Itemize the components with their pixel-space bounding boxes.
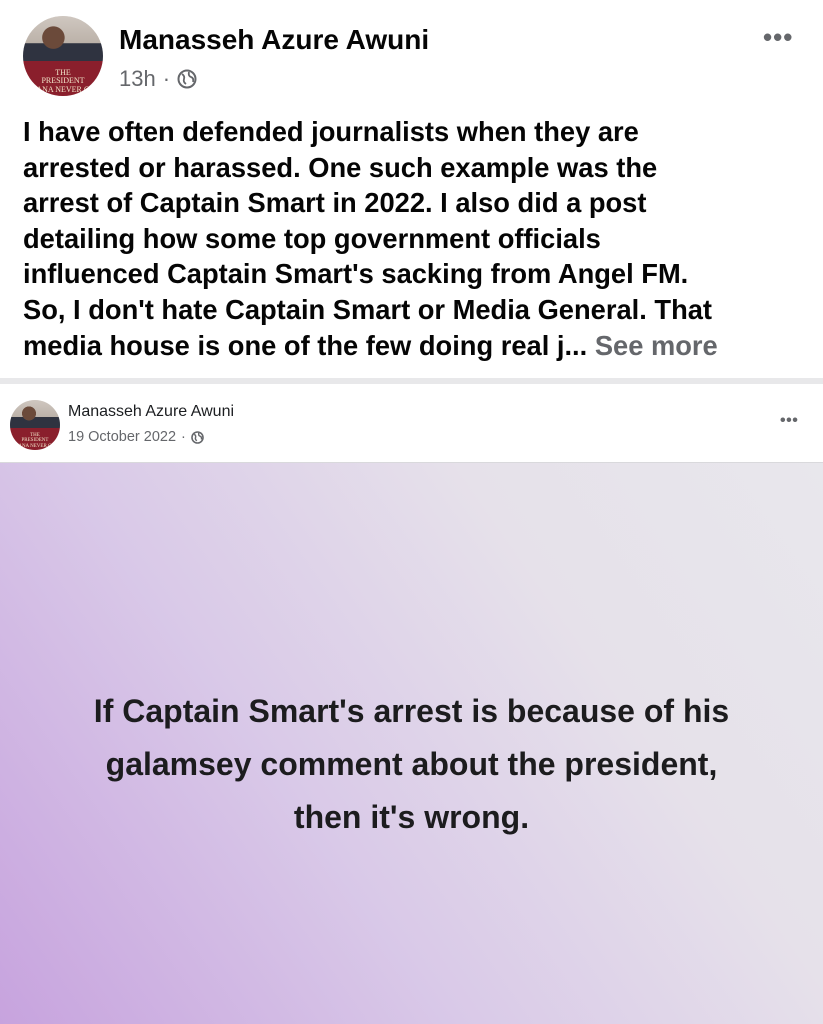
body-line: detailing how some top government offici… [23,222,601,254]
author-avatar[interactable]: THE PRESIDENT HANA NEVER GO [23,16,103,96]
shared-author-name[interactable]: Manasseh Azure Awuni [68,403,234,421]
avatar-banner: THE PRESIDENT HANA NEVER GO [10,428,60,450]
body-line: arrest of Captain Smart in 2022. I also … [23,187,647,219]
shared-post-meta: 19 October 2022 · [68,429,204,445]
post-meta: 13h · [119,66,197,92]
card-line: If Captain Smart's arrest is because of … [93,693,730,729]
see-more-link[interactable]: See more [595,330,718,361]
body-line: So, I don't hate Captain Smart or Media … [23,293,713,325]
card-text: If Captain Smart's arrest is because of … [0,685,823,844]
meta-separator: · [162,66,171,91]
post-body: I have often defended journalists when t… [23,114,813,363]
body-line: media house is one of the few doing real… [23,329,588,361]
avatar-photo [10,400,60,428]
body-line: I have often defended journalists when t… [23,116,639,147]
card-line: then it's wrong. [293,799,530,835]
body-line: influenced Captain Smart's sacking from … [23,258,689,290]
meta-separator: · [181,429,186,445]
author-name[interactable]: Manasseh Azure Awuni [119,24,429,56]
body-line: arrested or harassed. One such example w… [23,151,658,183]
card-line: galamsey comment about the president, [105,746,718,782]
shared-author-avatar[interactable]: THE PRESIDENT HANA NEVER GO [10,400,60,450]
post-time[interactable]: 13h [119,66,156,92]
more-options-icon[interactable]: ••• [763,22,793,53]
shared-post-date[interactable]: 19 October 2022 [68,429,176,445]
avatar-photo [23,16,103,61]
globe-icon [177,69,197,89]
body-last-line: media house is one of the few doing real… [23,328,813,364]
avatar-banner: THE PRESIDENT HANA NEVER GO [23,60,103,96]
shared-more-options-icon[interactable]: ••• [780,412,798,430]
globe-icon [191,430,204,444]
